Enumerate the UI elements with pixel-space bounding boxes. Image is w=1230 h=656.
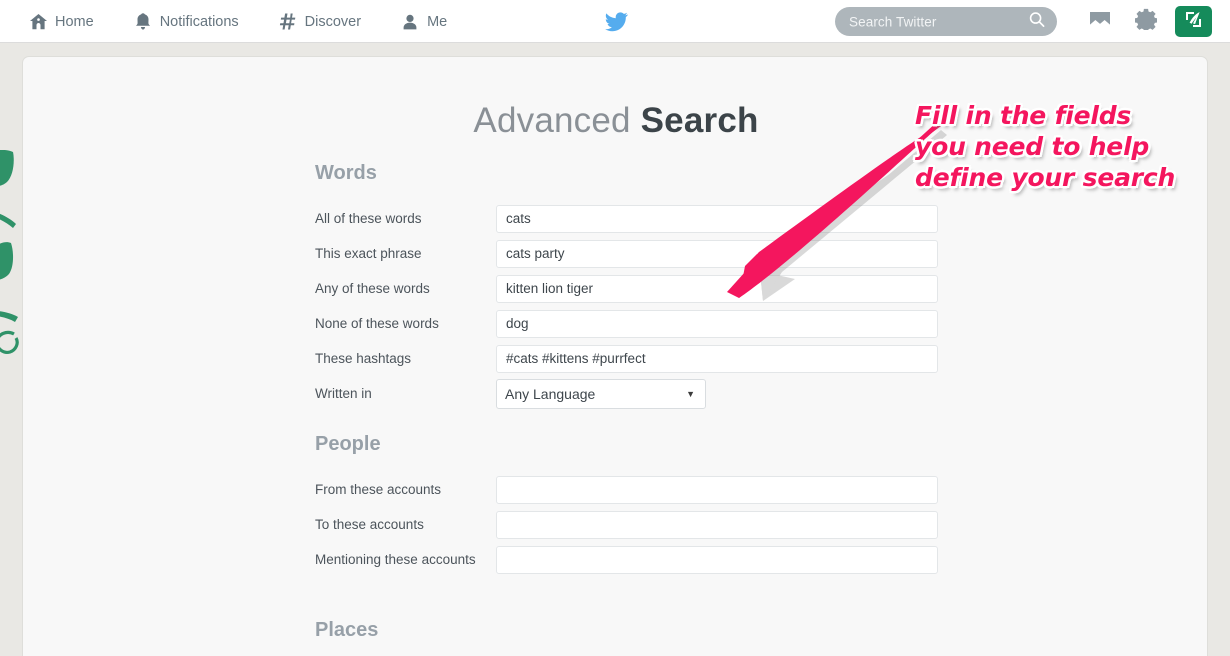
section-heading-words: Words bbox=[315, 162, 377, 184]
field-row-mentioning-these-accounts: Mentioning these accounts bbox=[294, 542, 974, 577]
input-these-hashtags[interactable] bbox=[496, 344, 938, 373]
primary-nav: Home Notifications Discover Me bbox=[28, 0, 464, 43]
page-title-light: Advanced bbox=[473, 101, 631, 140]
nav-item-notifications[interactable]: Notifications bbox=[133, 0, 256, 43]
nav-right-cluster: Search Twitter bbox=[835, 0, 1212, 43]
nav-item-discover[interactable]: Discover bbox=[278, 0, 378, 43]
twitter-bird-icon[interactable] bbox=[604, 11, 629, 33]
messages-button[interactable] bbox=[1083, 5, 1117, 39]
advanced-search-form: Words All of these words This exact phra… bbox=[294, 162, 974, 656]
field-row-none-of-these-words: None of these words bbox=[294, 306, 974, 341]
input-all-of-these-words[interactable] bbox=[496, 204, 938, 233]
search-input-placeholder: Search Twitter bbox=[849, 14, 937, 29]
nav-item-me-label: Me bbox=[427, 13, 448, 30]
nav-item-home[interactable]: Home bbox=[28, 0, 111, 43]
search-twitter-box[interactable]: Search Twitter bbox=[835, 7, 1057, 36]
background-leaf-decoration bbox=[0, 149, 24, 370]
label-to-these-accounts: To these accounts bbox=[315, 517, 424, 532]
written-in-select-wrapper: Any Language ▼ bbox=[496, 378, 706, 409]
settings-button[interactable] bbox=[1129, 5, 1163, 39]
top-navigation-bar: Home Notifications Discover Me Search Tw… bbox=[0, 0, 1230, 43]
nav-item-discover-label: Discover bbox=[304, 13, 362, 30]
compose-tweet-icon bbox=[1183, 9, 1204, 35]
input-this-exact-phrase[interactable] bbox=[496, 239, 938, 268]
field-row-all-of-these-words: All of these words bbox=[294, 201, 974, 236]
input-any-of-these-words[interactable] bbox=[496, 274, 938, 303]
search-icon[interactable] bbox=[1029, 11, 1045, 32]
page-title-bold: Search bbox=[640, 101, 759, 140]
field-row-written-in: Written in Any Language ▼ bbox=[294, 376, 974, 411]
section-heading-people: People bbox=[315, 433, 381, 455]
bell-icon bbox=[133, 12, 153, 32]
input-to-these-accounts[interactable] bbox=[496, 510, 938, 539]
label-none-of-these-words: None of these words bbox=[315, 316, 439, 331]
select-written-in[interactable]: Any Language bbox=[496, 378, 706, 409]
nav-item-me[interactable]: Me bbox=[400, 0, 464, 43]
label-these-hashtags: These hashtags bbox=[315, 351, 412, 366]
envelope-icon bbox=[1089, 11, 1111, 33]
gear-icon bbox=[1134, 8, 1158, 35]
label-written-in: Written in bbox=[315, 386, 372, 401]
advanced-search-panel: Advanced Search Words All of these words… bbox=[22, 56, 1208, 656]
label-from-these-accounts: From these accounts bbox=[315, 482, 442, 497]
input-none-of-these-words[interactable] bbox=[496, 309, 938, 338]
hashtag-icon bbox=[278, 12, 298, 32]
label-this-exact-phrase: This exact phrase bbox=[315, 246, 422, 261]
home-icon bbox=[28, 12, 48, 32]
nav-item-notifications-label: Notifications bbox=[159, 13, 239, 30]
field-row-to-these-accounts: To these accounts bbox=[294, 507, 974, 542]
label-all-of-these-words: All of these words bbox=[315, 211, 422, 226]
compose-tweet-button[interactable] bbox=[1175, 6, 1212, 37]
field-row-from-these-accounts: From these accounts bbox=[294, 472, 974, 507]
input-mentioning-these-accounts[interactable] bbox=[496, 545, 938, 574]
label-any-of-these-words: Any of these words bbox=[315, 281, 430, 296]
section-heading-places: Places bbox=[315, 619, 379, 641]
field-row-this-exact-phrase: This exact phrase bbox=[294, 236, 974, 271]
field-row-any-of-these-words: Any of these words bbox=[294, 271, 974, 306]
label-mentioning-these-accounts: Mentioning these accounts bbox=[315, 552, 476, 567]
nav-item-home-label: Home bbox=[55, 13, 94, 30]
person-icon bbox=[400, 12, 420, 32]
input-from-these-accounts[interactable] bbox=[496, 475, 938, 504]
field-row-these-hashtags: These hashtags bbox=[294, 341, 974, 376]
page-title: Advanced Search bbox=[23, 101, 1207, 141]
